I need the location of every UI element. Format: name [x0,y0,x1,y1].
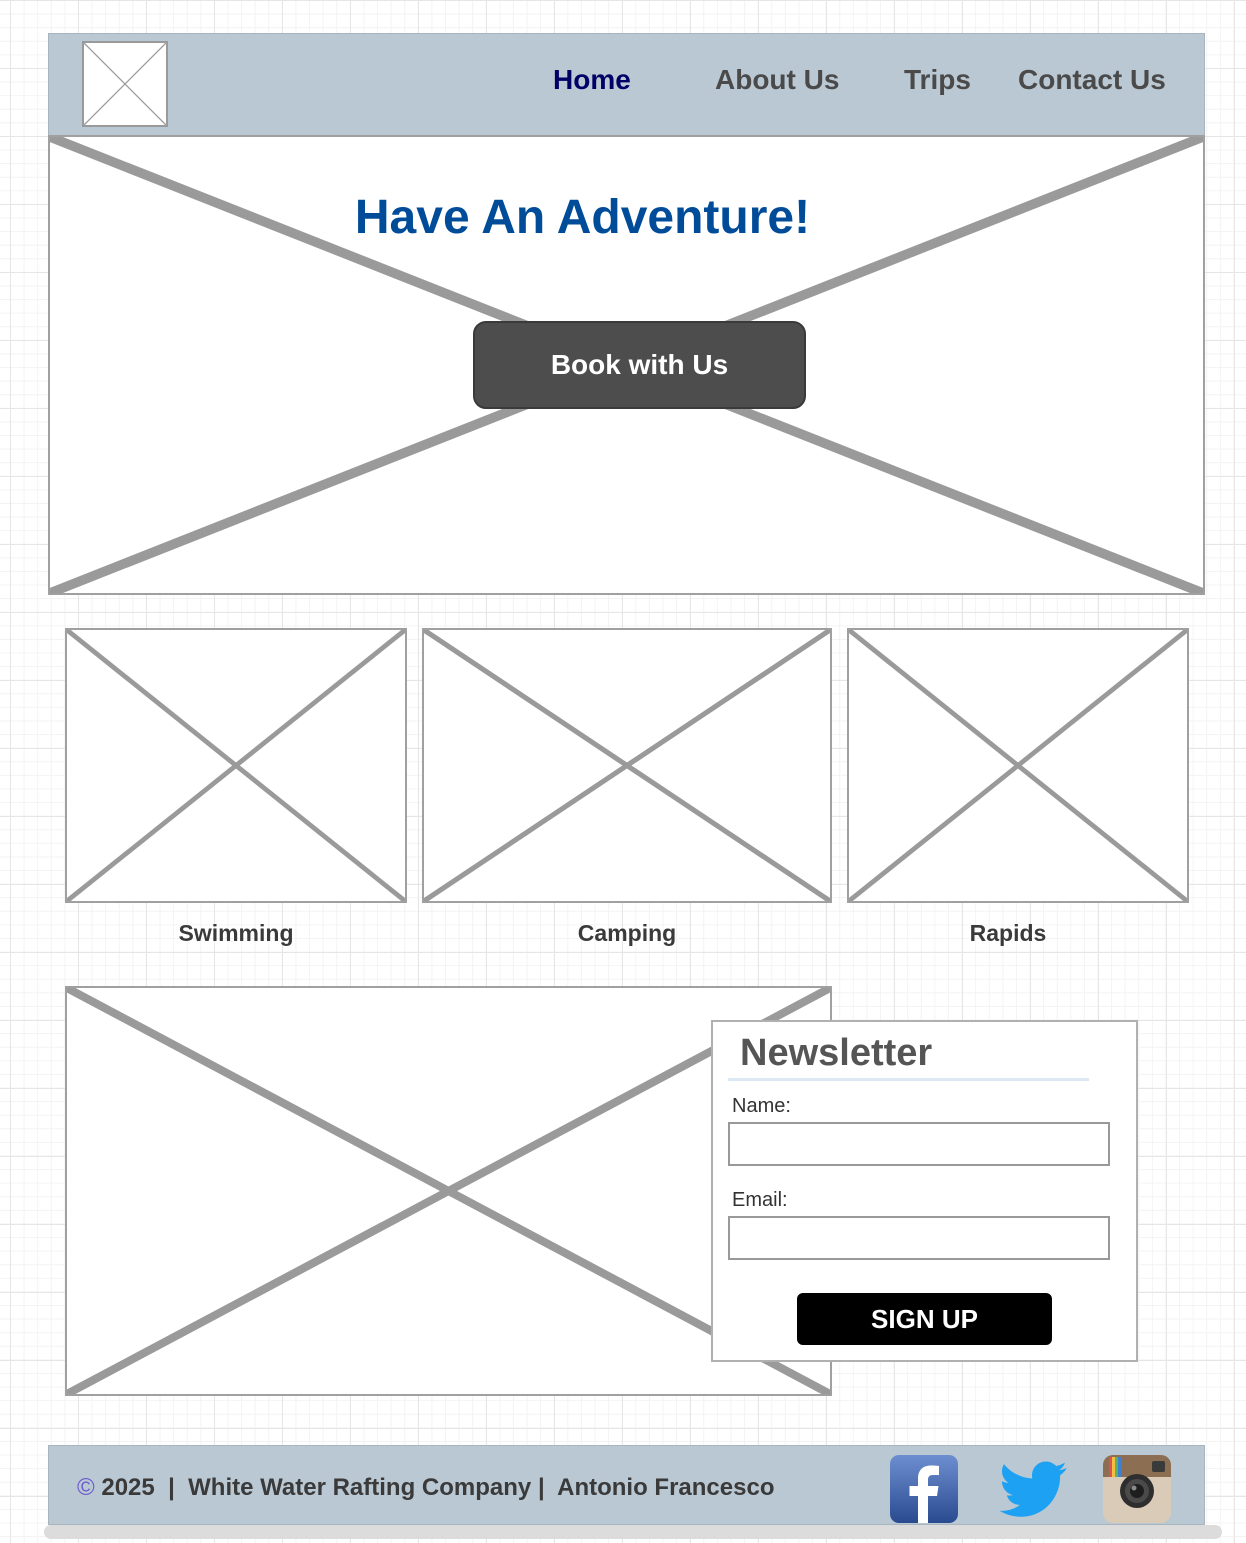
newsletter-divider [728,1078,1089,1081]
logo-placeholder[interactable] [82,41,168,127]
email-label: Email: [732,1189,788,1211]
book-with-us-button[interactable]: Book with Us [473,321,806,409]
newsletter-title: Newsletter [740,1032,933,1074]
nav-about-us[interactable]: About Us [715,64,839,96]
card-image-rapids[interactable] [847,628,1189,903]
card-image-swimming[interactable] [65,628,407,903]
nav-trips[interactable]: Trips [904,64,971,96]
name-input[interactable] [728,1122,1110,1166]
card-label-swimming[interactable]: Swimming [65,920,407,947]
nav-contact-us[interactable]: Contact Us [1018,64,1166,96]
facebook-icon[interactable] [890,1455,958,1523]
copyright-icon: © [77,1474,95,1501]
card-label-camping[interactable]: Camping [422,920,832,947]
twitter-icon[interactable] [999,1455,1068,1523]
card-label-rapids[interactable]: Rapids [837,920,1179,947]
card-image-camping[interactable] [422,628,832,903]
sign-up-button[interactable]: SIGN UP [797,1293,1052,1345]
hero-title: Have An Adventure! [354,191,811,244]
instagram-icon[interactable] [1103,1455,1171,1523]
footer-author: Antonio Francesco [557,1474,775,1501]
horizontal-scrollbar[interactable] [44,1525,1222,1539]
nav-home[interactable]: Home [553,64,631,96]
footer-separator: | [168,1474,175,1501]
email-input[interactable] [728,1216,1110,1260]
footer-credits: © 2025 | White Water Rafting Company | A… [77,1474,774,1502]
footer-company: White Water Rafting Company [188,1474,532,1501]
name-label: Name: [732,1095,791,1117]
footer-separator: | [537,1474,545,1501]
footer-year: 2025 [101,1474,155,1501]
